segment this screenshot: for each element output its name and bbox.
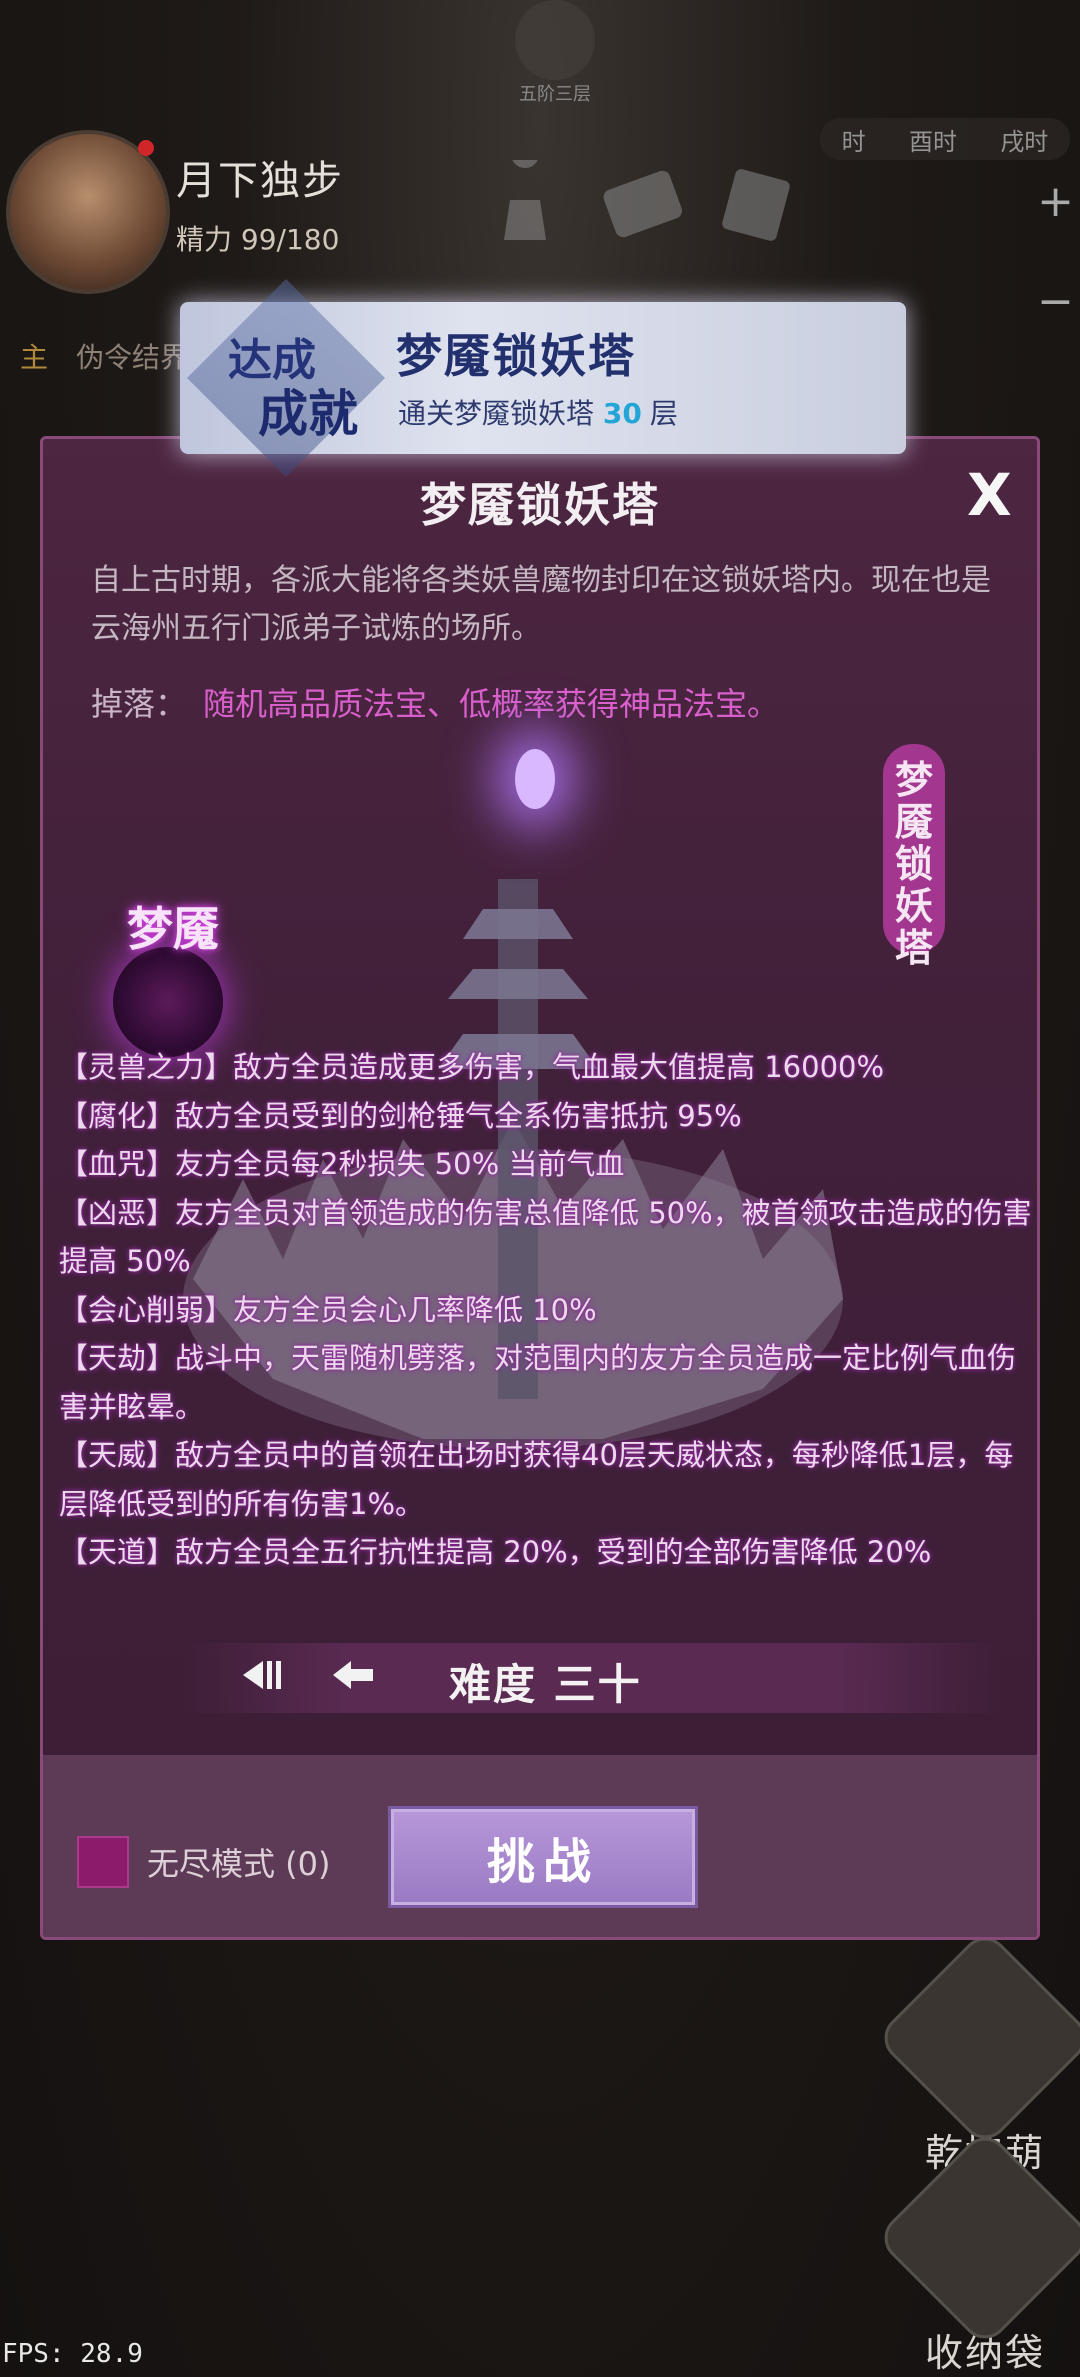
player-name: 月下独步 [176,158,344,204]
achievement-desc: 通关梦魇锁妖塔 30 层 [398,392,678,432]
achievement-banner: 达成 成就 梦魇锁妖塔 通关梦魇锁妖塔 30 层 [180,279,906,477]
storage-bag-button[interactable]: 收纳袋 [874,2127,1080,2377]
close-button[interactable]: X [967,461,1012,529]
energy-value: 99/180 [240,223,340,256]
time-tab: 戌时 [1000,127,1049,156]
notification-dot [138,140,154,156]
modifier-item: 【血咒】友方全员每2秒损失 50% 当前气血 [59,1147,625,1181]
dialog-title: 梦魇锁妖塔 [420,478,660,532]
zoom-in-button[interactable]: + [1037,176,1074,227]
challenge-button[interactable]: 挑战 [391,1809,695,1905]
endless-mode-label: 无尽模式 (0) [147,1845,331,1883]
floor-label: 五阶三层 [519,84,591,105]
achievement-desc-suffix: 层 [649,397,678,430]
zoom-out-button[interactable]: − [1037,276,1074,327]
achievement-floor-number: 30 [602,397,642,430]
pawn-icon[interactable] [488,140,562,246]
boss-label: 梦魇 [127,902,219,956]
tower-intro: 自上古时期，各派大能将各类妖兽魔物封印在这锁妖塔内。现在也是云海州五行门派弟子试… [91,563,991,646]
endless-mode-checkbox[interactable] [77,1836,129,1888]
bag-icon [874,2127,1080,2349]
time-tab: 时 [841,127,866,156]
scroll-icon[interactable] [600,160,683,246]
achievement-desc-prefix: 通关梦魇锁妖塔 [398,397,595,430]
player-avatar[interactable] [6,130,170,294]
time-tab: 酉时 [908,127,957,156]
modifier-item: 【腐化】敌方全员受到的剑枪锤气全系伤害抵抗 95% [59,1098,742,1133]
modifier-item: 【灵兽之力】敌方全员造成更多伤害，气血最大值提高 16000% [59,1050,885,1084]
fps-counter: FPS: 28.9 [2,2339,143,2369]
time-bar: 时 酉时 戌时 [820,118,1070,160]
yin-yang-icon [874,1927,1080,2149]
floor-indicator[interactable]: 五阶三层 [470,0,640,110]
side-tag-main: 主 [20,341,49,374]
drops-row: 掉落： 随机高品质法宝、低概率获得神品法宝。 [91,679,779,725]
book-icon[interactable] [718,160,792,246]
modifier-item: 【天威】敌方全员中的首领在出场时获得40层天威状态，每秒降低1层，每层降低受到的… [59,1438,1014,1521]
drops-value: 随机高品质法宝、低概率获得神品法宝。 [203,685,780,723]
achievement-line2: 成就 [258,385,358,443]
first-page-arrow-icon[interactable] [239,1657,293,1703]
modifier-item: 【天道】敌方全员全五行抗性提高 20%，受到的全部伤害降低 20% [59,1535,932,1569]
achievement-title: 梦魇锁妖塔 [396,329,636,383]
difficulty-label: 难度 三十 [449,1660,642,1709]
energy-display: 精力 99/180 [176,218,339,258]
boss-icon[interactable] [113,947,223,1057]
drops-label: 掉落： [91,685,188,723]
element-icon [515,0,595,80]
prev-arrow-icon[interactable] [329,1657,377,1703]
tower-dialog: 梦魇锁妖塔 X 自上古时期，各派大能将各类妖兽魔物封印在这锁妖塔内。现在也是云海… [40,436,1040,1940]
energy-label: 精力 [176,223,233,256]
modifier-item: 【凶恶】友方全员对首领造成的伤害总值降低 50%，被首领攻击造成的伤害提高 50… [59,1195,1032,1279]
modifier-list: 【灵兽之力】敌方全员造成更多伤害，气血最大值提高 16000% 【腐化】敌方全员… [59,1043,1035,1577]
tower-glow [515,749,555,809]
modifier-item: 【天劫】战斗中，天雷随机劈落，对范围内的友方全员造成一定比例气血伤害并眩晕。 [59,1341,1017,1424]
modifier-item: 【会心削弱】友方全员会心几率降低 10% [59,1292,597,1327]
side-quest-label[interactable]: 伪令结界 [76,336,188,376]
tower-name-banner-text: 梦魇锁妖塔 [894,758,933,970]
